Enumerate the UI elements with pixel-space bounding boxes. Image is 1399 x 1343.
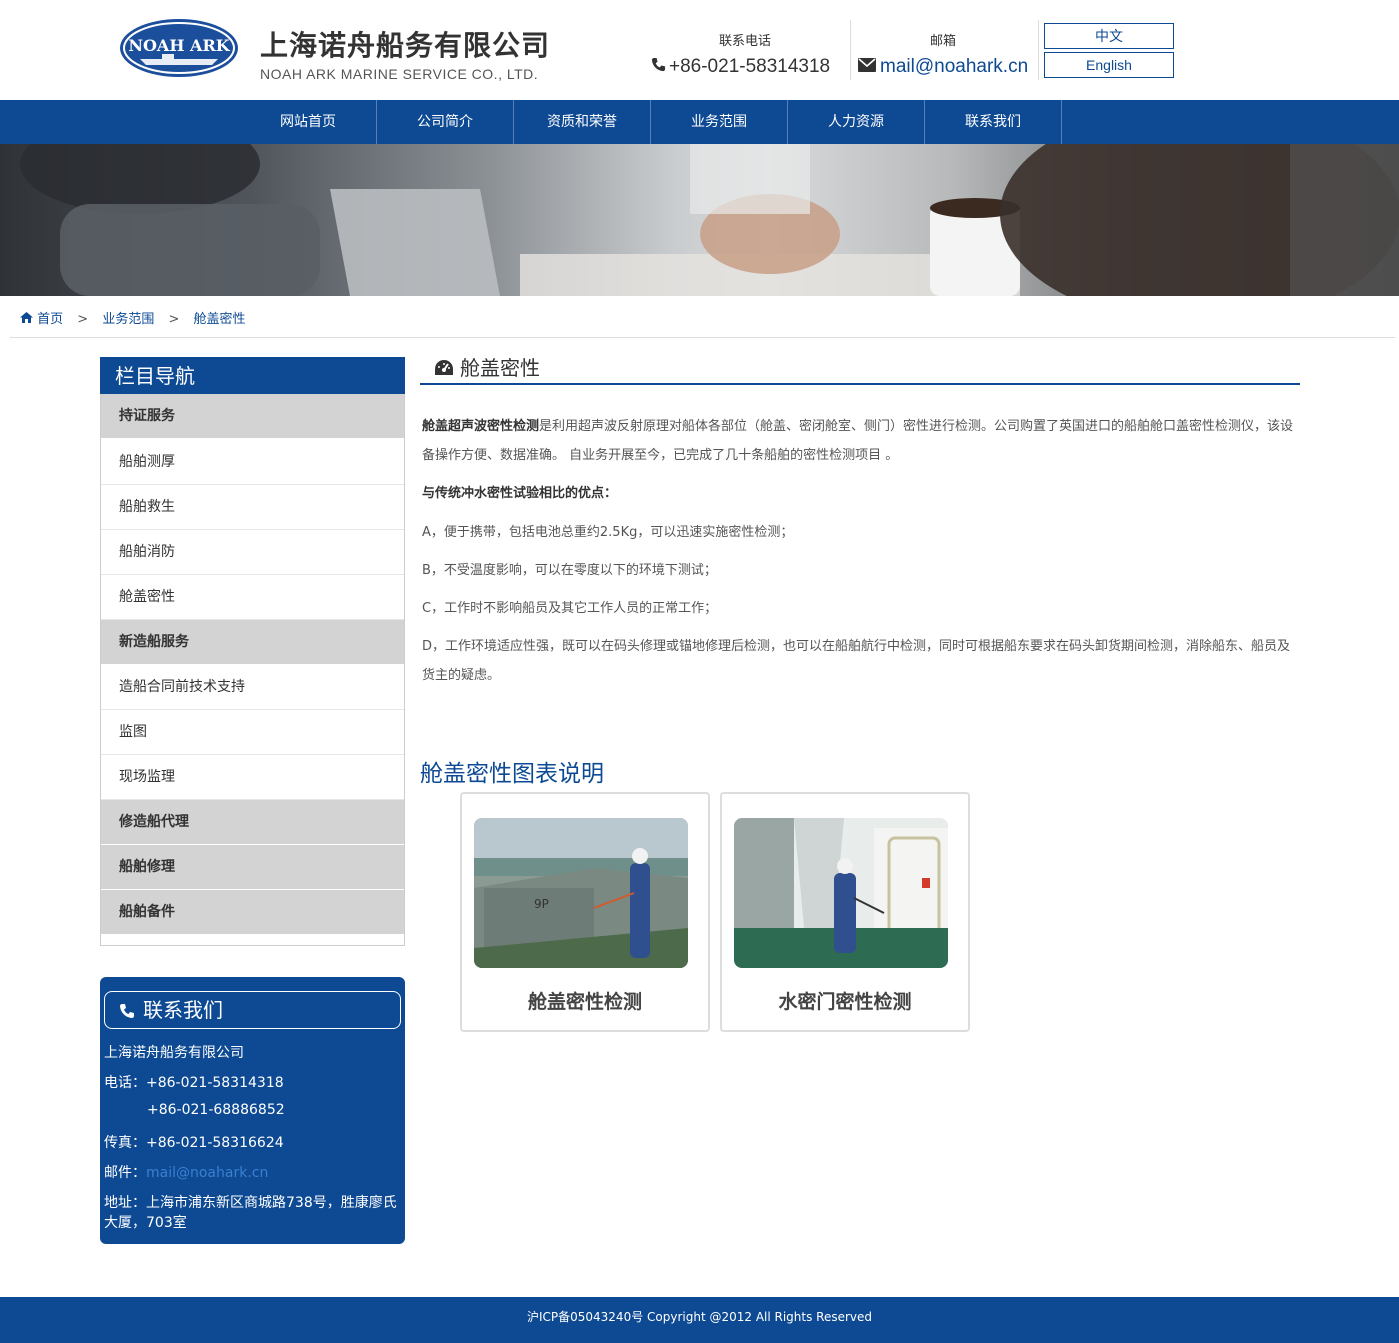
nav-hr[interactable]: 人力资源 (788, 100, 925, 144)
main-nav: 网站首页 公司简介 资质和荣誉 业务范围 人力资源 联系我们 (0, 100, 1399, 144)
contact-address-label: 地址： (104, 1195, 146, 1211)
page-title-text: 舱盖密性 (460, 356, 540, 380)
contact-mail: 邮件：mail@noahark.cn (104, 1162, 268, 1182)
sidebar-item-site-supervision[interactable]: 现场监理 (101, 755, 404, 800)
sidebar-item-hatch-tightness[interactable]: 舱盖密性 (101, 575, 404, 620)
breadcrumb: 首页 > 业务范围 > 舱盖密性 (20, 308, 246, 327)
intro-bold: 舱盖超声波密性检测 (422, 419, 540, 434)
sidebar-item-spare-parts[interactable]: 船舶备件 (101, 890, 404, 935)
nav-qualifications[interactable]: 资质和荣誉 (514, 100, 651, 144)
breadcrumb-home[interactable]: 首页 (37, 312, 63, 327)
advantages-heading-text: 与传统冲水密性试验相比的优点： (422, 486, 618, 501)
header-divider (1038, 20, 1039, 80)
page-title: 舱盖密性 (434, 352, 540, 382)
contact-address: 地址：上海市浦东新区商城路738号，胜康廖氏 (104, 1192, 397, 1212)
banner-image (20, 144, 1399, 296)
sidebar-item-plan-approval[interactable]: 监图 (101, 710, 404, 755)
sidebar-title: 栏目导航 (100, 357, 405, 394)
sidebar-item-certified-services[interactable]: 持证服务 (101, 394, 404, 439)
site-header: NOAH ARK 上海诺舟船务有限公司 NOAH ARK MARINE SERV… (0, 0, 1399, 100)
intro-text: 是利用超声波反射原理对船体各部位（舱盖、密闭舱室、侧门）密性进行检测。公司购置了… (422, 419, 1294, 463)
sidebar-item-firefighting[interactable]: 船舶消防 (101, 530, 404, 575)
company-logo[interactable]: NOAH ARK (118, 17, 240, 79)
sidebar-item-repair-agency[interactable]: 修造船代理 (101, 800, 404, 845)
sidebar-item-ship-repair[interactable]: 船舶修理 (101, 845, 404, 890)
breadcrumb-divider (10, 337, 1395, 338)
card-caption: 水密门密性检测 (778, 991, 912, 1013)
contact-phone-2: +86-021-68886852 (147, 1102, 285, 1118)
email-address[interactable]: mail@noahark.cn (880, 56, 1028, 77)
home-icon (20, 312, 37, 327)
envelope-icon (858, 56, 880, 78)
contact-fax-number: +86-021-58316624 (146, 1135, 284, 1151)
contact-fax: 传真：+86-021-58316624 (104, 1132, 284, 1152)
phone-label: 联系电话 (719, 34, 772, 49)
contact-title: 联系我们 (104, 991, 401, 1029)
gallery-card[interactable]: 水密门密性检测 (720, 792, 970, 1032)
watertight-door-photo[interactable] (734, 818, 948, 968)
contact-phone-label: 电话： (104, 1075, 146, 1091)
title-underline (420, 383, 1300, 385)
nav-home[interactable]: 网站首页 (240, 100, 377, 144)
footer-copyright: 沪ICP备05043240号 Copyright @2012 All Right… (526, 1310, 873, 1324)
hero-banner (0, 144, 1399, 296)
advantage-d: D，工作环境适应性强，既可以在码头修理或锚地修理后检测，也可以在船舶航行中检测，… (422, 639, 1291, 683)
card-caption: 舱盖密性检测 (527, 991, 642, 1013)
svg-text:9P: 9P (534, 897, 549, 911)
nav-contact[interactable]: 联系我们 (925, 100, 1062, 144)
phone-number: +86-021-58314318 (669, 56, 831, 77)
contact-address-line-2: 大厦，703室 (104, 1215, 187, 1231)
contact-title-text: 联系我们 (143, 998, 223, 1022)
hatch-test-photo[interactable]: 9P (474, 818, 688, 968)
contact-phone: 电话：+86-021-58314318 (104, 1072, 284, 1092)
contact-phone-1: +86-021-58314318 (146, 1075, 284, 1091)
advantages-heading: 与传统冲水密性试验相比的优点： (422, 479, 1300, 508)
dashboard-icon (434, 358, 454, 382)
sidebar-item-lifesaving[interactable]: 船舶救生 (101, 485, 404, 530)
sidebar-nav: 栏目导航 持证服务 船舶测厚 船舶救生 船舶消防 舱盖密性 新造船服务 造船合同… (100, 357, 405, 946)
contact-mail-label: 邮件： (104, 1165, 146, 1181)
lang-en-button[interactable]: English (1044, 52, 1174, 78)
breadcrumb-current[interactable]: 舱盖密性 (194, 312, 246, 327)
site-footer: 沪ICP备05043240号 Copyright @2012 All Right… (0, 1297, 1399, 1343)
contact-company: 上海诺舟船务有限公司 (104, 1045, 244, 1061)
contact-mail-link[interactable]: mail@noahark.cn (146, 1165, 268, 1181)
svg-text:NOAH ARK: NOAH ARK (128, 36, 230, 55)
nav-about[interactable]: 公司简介 (377, 100, 514, 144)
advantage-a: A，便于携带，包括电池总重约2.5Kg，可以迅速实施密性检测； (422, 525, 794, 540)
sidebar-item-thickness[interactable]: 船舶测厚 (101, 440, 404, 485)
advantage-b: B，不受温度影响，可以在零度以下的环境下测试； (422, 563, 717, 578)
breadcrumb-services[interactable]: 业务范围 (102, 312, 154, 327)
lang-cn-button[interactable]: 中文 (1044, 23, 1174, 49)
gallery-title: 舱盖密性图表说明 (420, 761, 604, 787)
phone-icon (651, 56, 669, 78)
header-email[interactable]: mail@noahark.cn (858, 56, 1028, 78)
header-divider (850, 20, 851, 80)
sidebar-item-newbuilding[interactable]: 新造船服务 (101, 620, 404, 665)
nav-services[interactable]: 业务范围 (651, 100, 788, 144)
email-label: 邮箱 (930, 34, 957, 49)
gallery-card[interactable]: 9P 舱盖密性检测 (460, 792, 710, 1032)
sidebar-item-precontract[interactable]: 造船合同前技术支持 (101, 665, 404, 710)
advantage-c: C，工作时不影响船员及其它工作人员的正常工作； (422, 601, 718, 616)
contact-panel: 联系我们 上海诺舟船务有限公司 电话：+86-021-58314318 +86-… (100, 977, 405, 1244)
contact-fax-label: 传真： (104, 1135, 146, 1151)
phone-icon (119, 994, 135, 1030)
company-name-en: NOAH ARK MARINE SERVICE CO., LTD. (260, 66, 539, 82)
contact-address-line-1: 上海市浦东新区商城路738号，胜康廖氏 (146, 1195, 397, 1211)
breadcrumb-separator: > (168, 312, 180, 327)
company-name-cn: 上海诺舟船务有限公司 (260, 29, 551, 62)
intro-paragraph: 舱盖超声波密性检测是利用超声波反射原理对船体各部位（舱盖、密闭舱室、侧门）密性进… (422, 412, 1300, 470)
breadcrumb-separator: > (77, 312, 89, 327)
header-phone: +86-021-58314318 (651, 56, 830, 78)
